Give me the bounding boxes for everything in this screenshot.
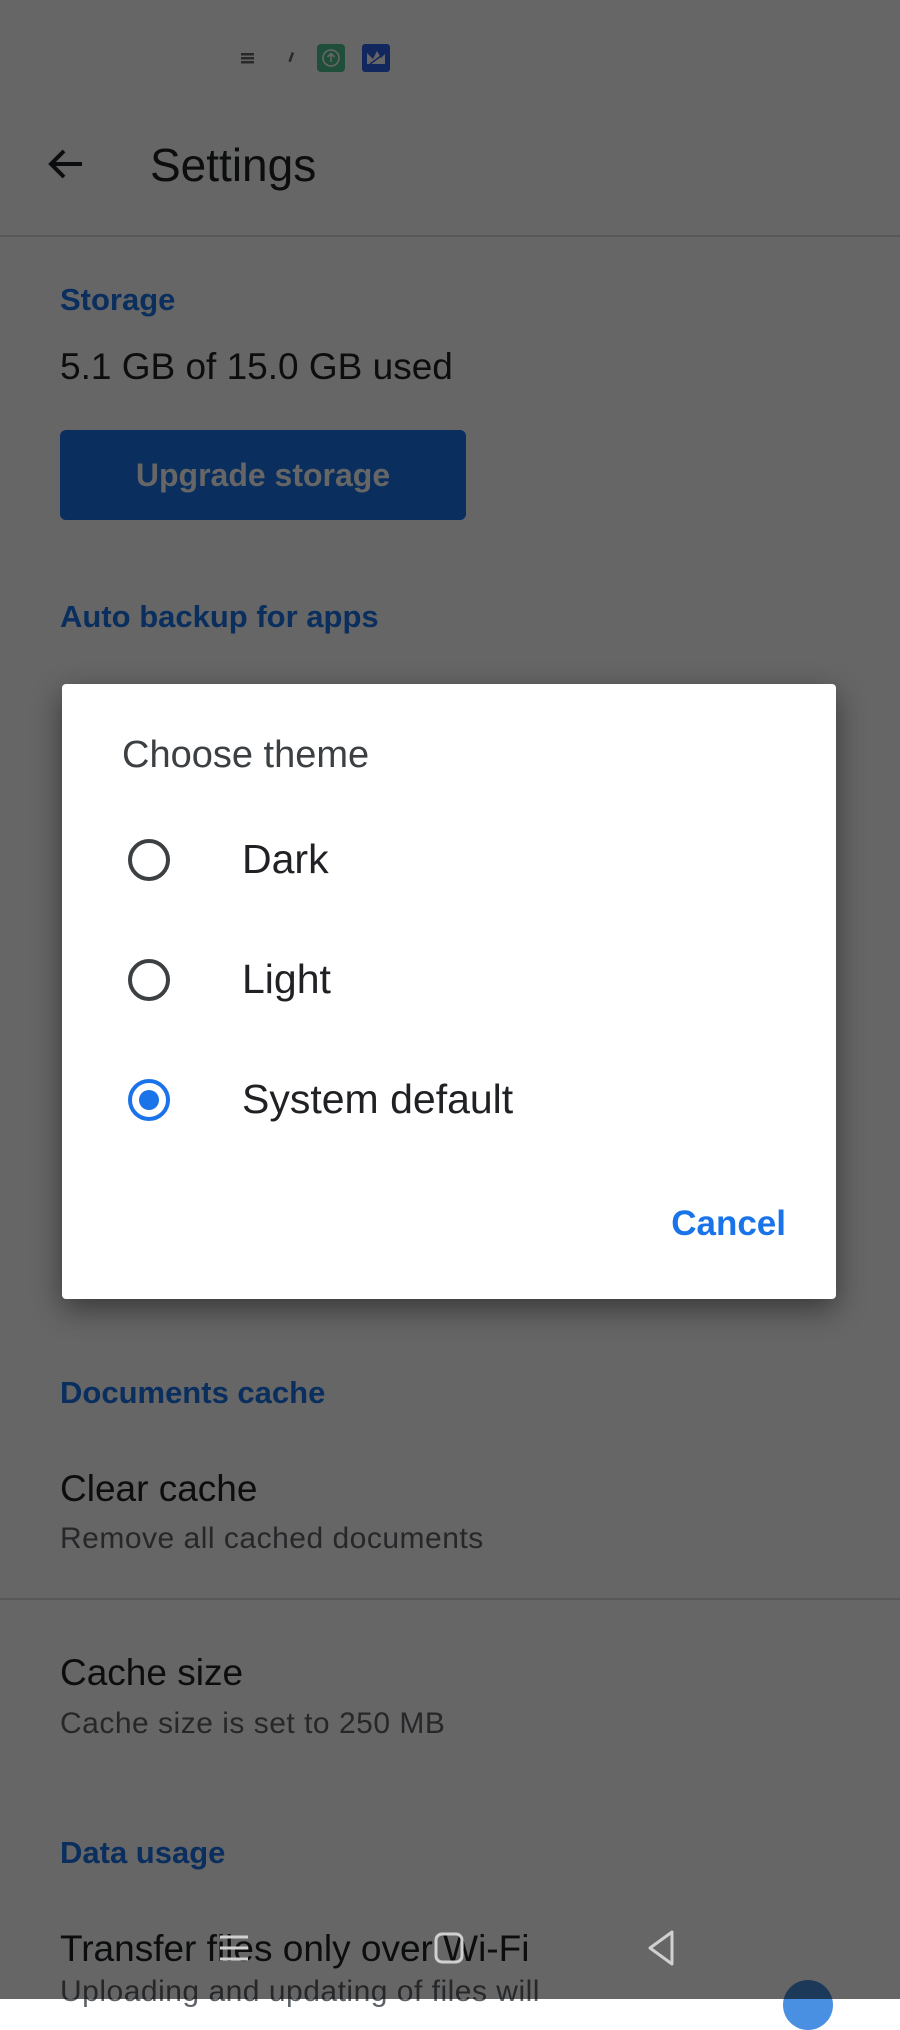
- radio-button-light[interactable]: [128, 959, 170, 1001]
- theme-option-light[interactable]: Light: [62, 926, 836, 1036]
- cancel-button[interactable]: Cancel: [671, 1204, 786, 1244]
- option-label: Dark: [242, 836, 329, 882]
- home-icon[interactable]: [429, 1928, 469, 1968]
- navigation-bar: [0, 1900, 900, 1999]
- back-triangle-icon[interactable]: [642, 1928, 682, 1968]
- recents-icon[interactable]: [214, 1928, 254, 1968]
- option-label: Light: [242, 956, 331, 1002]
- theme-option-dark[interactable]: Dark: [62, 806, 836, 916]
- option-label: System default: [242, 1076, 514, 1122]
- radio-button-dark[interactable]: [128, 839, 170, 881]
- dialog-title: Choose theme: [122, 734, 370, 776]
- radio-selected-dot: [139, 1090, 159, 1110]
- radio-button-system-default[interactable]: [128, 1079, 170, 1121]
- theme-option-system-default[interactable]: System default: [62, 1046, 836, 1156]
- choose-theme-dialog: Choose theme Dark Light System default C…: [62, 684, 836, 1299]
